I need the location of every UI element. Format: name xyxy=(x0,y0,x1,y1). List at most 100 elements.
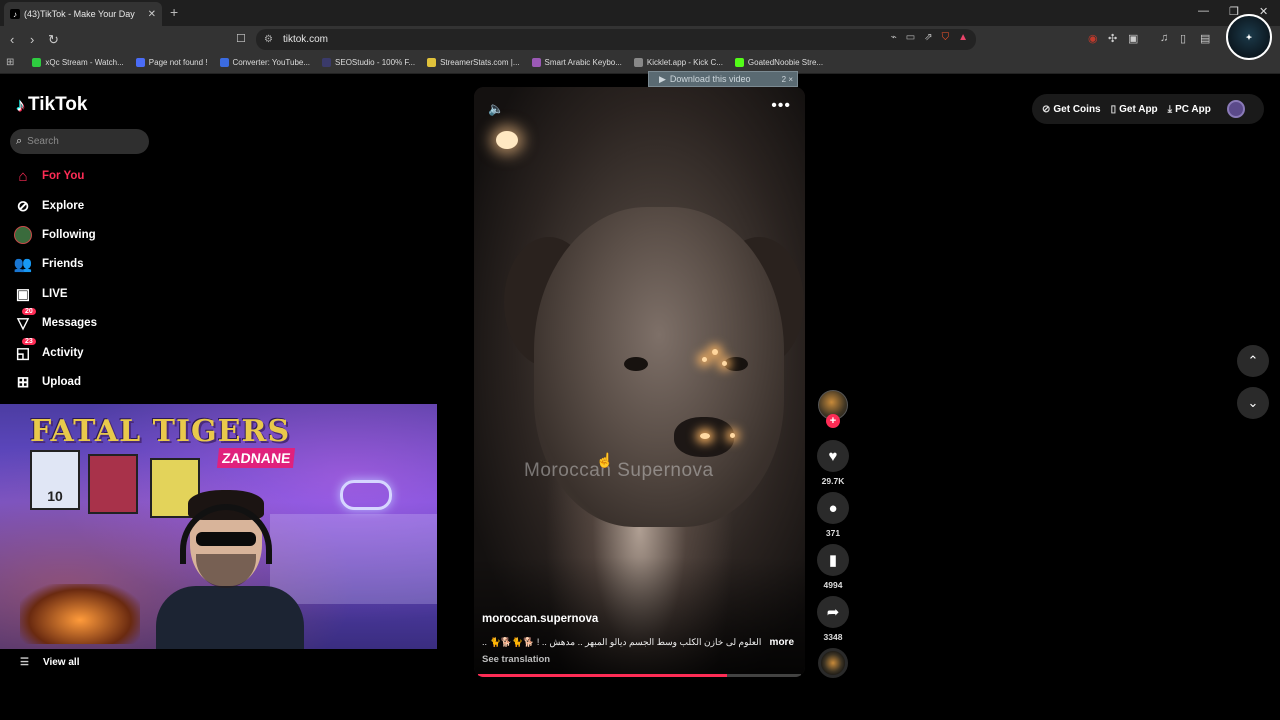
pc-app-button[interactable]: ⤓ PC App xyxy=(1168,104,1211,115)
follow-plus-icon[interactable]: + xyxy=(826,414,840,428)
media-icon[interactable]: ♫ xyxy=(1160,32,1168,44)
glowing-dot xyxy=(700,433,710,439)
bookmark-icon[interactable]: ☐ xyxy=(236,32,246,45)
download-video-overlay[interactable]: ▶ Download this video 2 × xyxy=(648,71,798,87)
address-bar[interactable]: ⚙ tiktok.com ⌁ ▭ ⇗ ⛉ ▲ xyxy=(256,29,976,50)
caption-more-link[interactable]: more xyxy=(770,637,794,648)
music-disc[interactable] xyxy=(818,648,848,678)
streamer xyxy=(156,490,304,649)
sidebar-item-label: Messages xyxy=(42,317,97,329)
browser-tab-tiktok[interactable]: ♪ (43)TikTok - Make Your Day ✕ xyxy=(4,2,162,26)
sidebar-item-for-you[interactable]: ⌂ For You xyxy=(14,167,84,185)
browser-tabstrip: ♪ (43)TikTok - Make Your Day ✕ + — ❐ ✕ xyxy=(0,0,1280,26)
screen-icon[interactable]: ▭ xyxy=(906,32,915,43)
like-button[interactable]: ♥ 29.7K xyxy=(816,440,850,486)
brave-shield-icon[interactable]: ⛉ xyxy=(942,32,950,43)
profile-avatar[interactable] xyxy=(1226,100,1245,118)
next-video-button[interactable]: ⌄ xyxy=(1237,387,1269,419)
video-player[interactable]: Moroccan Supernova 🔈 ••• moroccan.supern… xyxy=(474,87,805,677)
share-arrow-icon: ➦ xyxy=(817,596,849,628)
tiktok-wordmark: TikTok xyxy=(28,94,88,115)
sidebar-icon[interactable]: ▯ xyxy=(1180,32,1186,45)
sidebar-item-label: LIVE xyxy=(42,288,68,300)
video-watermark: Moroccan Supernova xyxy=(524,460,714,481)
extension-red-icon[interactable]: ◉ xyxy=(1088,32,1098,45)
sidebar-item-live[interactable]: ▣ LIVE xyxy=(14,285,68,303)
get-app-button[interactable]: ▯ Get App xyxy=(1111,104,1158,115)
view-all-link[interactable]: ☰ View all xyxy=(20,657,79,668)
get-coins-button[interactable]: ⊘ Get Coins xyxy=(1042,104,1101,115)
following-avatar xyxy=(14,226,32,244)
sidebar-item-following[interactable]: Following xyxy=(14,226,96,244)
previous-video-button[interactable]: ⌃ xyxy=(1237,345,1269,377)
streamer-body xyxy=(156,586,304,649)
download-icon: ⤓ xyxy=(1167,103,1173,115)
comment-button[interactable]: ● 371 xyxy=(816,492,850,538)
heart-icon: ♥ xyxy=(817,440,849,472)
bookmark-item[interactable]: Smart Arabic Keybo... xyxy=(531,58,622,67)
search-input[interactable]: ⌕ Search xyxy=(10,129,149,154)
extensions-icon[interactable]: ✣ xyxy=(1108,32,1117,45)
tiktok-logo[interactable]: ♪ TikTok xyxy=(16,94,87,116)
sidebar-item-label: Activity xyxy=(42,347,84,359)
bookmark-item[interactable]: xQc Stream - Watch... xyxy=(32,58,124,67)
messages-badge: 20 xyxy=(22,308,36,315)
bookmark-favicon xyxy=(32,58,42,67)
coin-icon: ⊘ xyxy=(1042,103,1051,115)
messages-icon: ▽ 20 xyxy=(14,308,36,332)
video-progress-bar[interactable] xyxy=(478,674,801,677)
back-icon[interactable]: ‹ xyxy=(10,32,14,47)
cast-icon[interactable]: ⌁ xyxy=(891,32,897,43)
save-button[interactable]: ▮ 4994 xyxy=(816,544,850,590)
sidebar-item-label: Following xyxy=(42,229,96,241)
activity-badge: 23 xyxy=(22,338,36,345)
upload-icon: ⊞ xyxy=(16,374,30,391)
bookmark-favicon xyxy=(734,58,744,67)
bookmark-item[interactable]: Page not found ! xyxy=(135,58,208,67)
sidebar-item-label: Explore xyxy=(42,200,85,212)
friends-icon: 👥 xyxy=(13,256,33,273)
bookmark-item[interactable]: Converter: YouTube... xyxy=(219,58,310,67)
new-tab-button[interactable]: + xyxy=(170,4,178,20)
play-icon: ▶ xyxy=(659,73,666,84)
extension-box-icon[interactable]: ▣ xyxy=(1128,32,1138,45)
sidebar-item-explore[interactable]: ⊘ Explore xyxy=(14,197,84,215)
webcam-banner: FATAL TIGERS xyxy=(30,414,291,449)
bookmark-icon: ▮ xyxy=(817,544,849,576)
tiktok-note-icon: ♪ xyxy=(16,94,25,115)
sidebar-item-messages[interactable]: ▽ 20 Messages xyxy=(14,308,97,332)
volume-icon[interactable]: 🔈 xyxy=(488,101,504,117)
see-translation-link[interactable]: See translation xyxy=(482,654,550,665)
share-icon[interactable]: ⇗ xyxy=(924,32,932,43)
brave-rewards-icon[interactable]: ▲ xyxy=(958,32,968,43)
tiktok-favicon: ♪ xyxy=(10,9,20,19)
reload-icon[interactable]: ↻ xyxy=(48,32,59,48)
view-all-label: View all xyxy=(42,657,80,668)
webcam-overlay: FATAL TIGERS 10 ZADNANE xyxy=(0,404,437,649)
bookmark-item[interactable]: SEOStudio - 100% F... xyxy=(322,58,415,67)
share-count: 3348 xyxy=(823,632,843,642)
bookmark-item[interactable]: Kicklet.app - Kick C... xyxy=(633,58,723,67)
sidebar-item-friends[interactable]: 👥 Friends xyxy=(14,255,84,273)
comment-count: 371 xyxy=(825,528,841,538)
apps-grid-icon[interactable]: ⊞ xyxy=(6,57,14,68)
glowing-dot xyxy=(730,433,735,438)
dog-eye xyxy=(624,357,648,371)
video-author[interactable]: moroccan.supernova xyxy=(482,613,598,625)
sidebar-item-upload[interactable]: ⊞ Upload xyxy=(14,373,81,391)
bookmark-item[interactable]: StreamerStats.com |... xyxy=(427,58,520,67)
tab-close-icon[interactable]: ✕ xyxy=(148,9,156,20)
download-extra[interactable]: 2 × xyxy=(782,75,793,84)
forward-icon[interactable]: › xyxy=(30,32,34,47)
share-button[interactable]: ➦ 3348 xyxy=(816,596,850,642)
more-options-icon[interactable]: ••• xyxy=(771,97,791,115)
minimize-icon[interactable]: — xyxy=(1198,5,1209,17)
jersey-frame xyxy=(88,454,138,514)
site-info-icon[interactable]: ⚙ xyxy=(264,34,273,45)
wallet-icon[interactable]: ▤ xyxy=(1200,32,1210,45)
bookmark-item[interactable]: GoatedNoobie Stre... xyxy=(734,58,823,67)
bookmark-favicon xyxy=(322,58,332,67)
sidebar-item-activity[interactable]: ◱ 23 Activity xyxy=(14,338,84,362)
sidebar-item-label: For You xyxy=(42,170,85,182)
urlbar-actions: ⌁ ▭ ⇗ ⛉ ▲ xyxy=(891,32,968,43)
